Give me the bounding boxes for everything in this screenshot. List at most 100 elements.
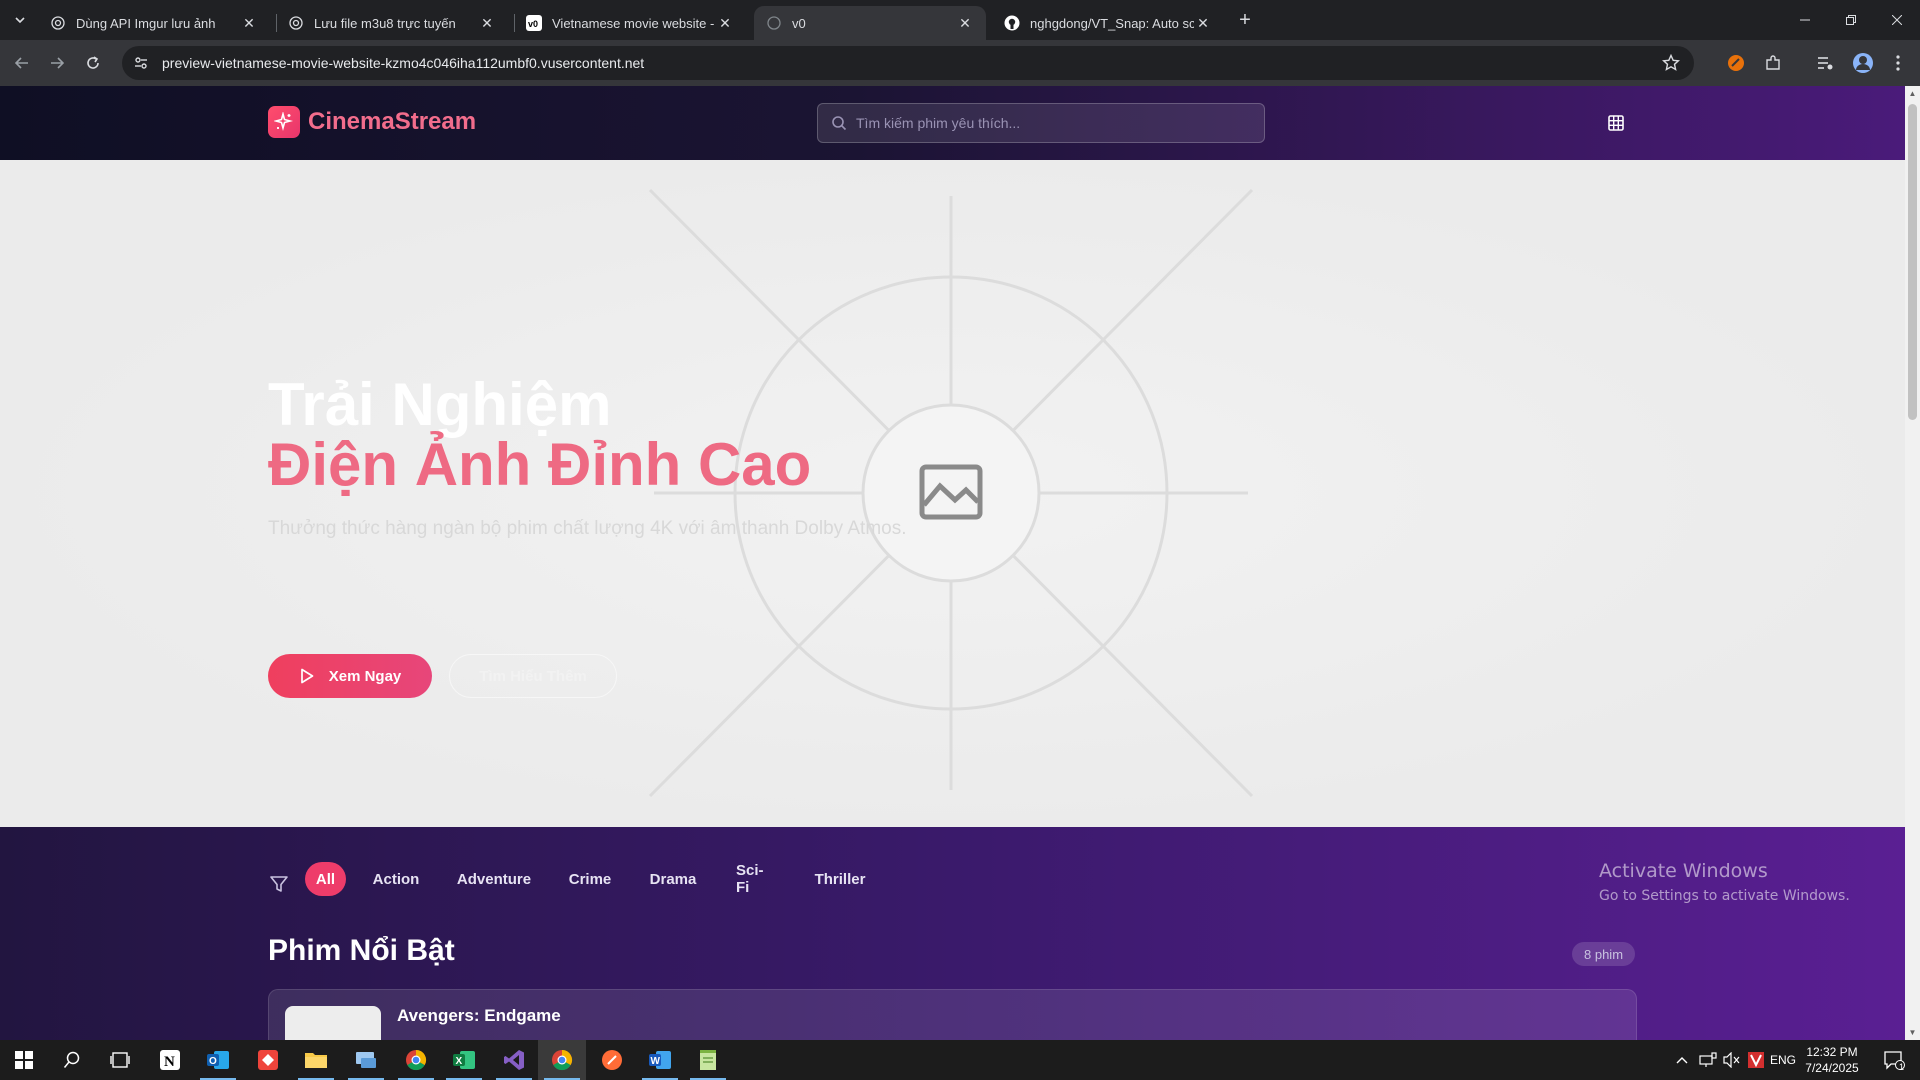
back-button[interactable]: [7, 48, 37, 78]
taskbar-search-button[interactable]: [48, 1040, 96, 1080]
network-icon: [1699, 1052, 1717, 1067]
chrome-icon: [552, 1049, 573, 1071]
postman-icon: [602, 1050, 622, 1070]
globe-icon: [288, 15, 304, 31]
genre-chip-all[interactable]: All: [305, 862, 346, 896]
close-icon[interactable]: ✕: [478, 14, 496, 32]
show-hidden-icons[interactable]: [1670, 1040, 1694, 1080]
address-bar[interactable]: preview-vietnamese-movie-website-kzmo4c0…: [122, 46, 1694, 80]
clock-date: 7/24/2025: [1805, 1061, 1859, 1075]
page-scrollbar[interactable]: ▲ ▼: [1905, 86, 1920, 1040]
anydesk-icon: [258, 1050, 278, 1070]
volume-tray[interactable]: [1720, 1040, 1744, 1080]
scroll-down-arrow-icon[interactable]: ▼: [1905, 1025, 1920, 1040]
vietnamese-input-tray[interactable]: [1744, 1040, 1768, 1080]
close-icon[interactable]: ✕: [956, 14, 974, 32]
tab-v0-project[interactable]: v0 Vietnamese movie website - v0 ✕: [514, 6, 746, 40]
profile-avatar-icon[interactable]: [1851, 51, 1875, 75]
genre-chip-drama[interactable]: Drama: [641, 862, 705, 896]
tab-strip: Dùng API Imgur lưu ảnh ✕ Lưu file m3u8 t…: [0, 0, 1920, 40]
tab-search-button[interactable]: [7, 7, 33, 33]
forward-button[interactable]: [42, 48, 72, 78]
system-clock[interactable]: 12:32 PM 7/24/2025: [1794, 1044, 1870, 1076]
close-icon[interactable]: ✕: [1194, 14, 1212, 32]
taskbar-remote-app[interactable]: [342, 1040, 390, 1080]
genre-label: Crime: [568, 870, 612, 888]
learn-more-button[interactable]: Tìm Hiểu Thêm: [449, 654, 617, 698]
tab-m3u8[interactable]: Lưu file m3u8 trực tuyến ✕: [276, 6, 508, 40]
tune-icon: [135, 57, 147, 69]
reload-button[interactable]: [78, 48, 108, 78]
minimize-icon: [1800, 19, 1810, 21]
minimize-button[interactable]: [1782, 0, 1828, 40]
task-view-button[interactable]: [96, 1040, 144, 1080]
arrow-right-icon: [51, 57, 64, 69]
windows-logo-icon: [15, 1051, 33, 1069]
volume-muted-icon: [1723, 1052, 1740, 1068]
brand-logo[interactable]: CinemaStream: [268, 106, 476, 138]
hero-title-line2: Điện Ảnh Đỉnh Cao: [268, 431, 812, 498]
browser-toolbar: preview-vietnamese-movie-website-kzmo4c0…: [0, 40, 1920, 86]
taskbar-anydesk[interactable]: [244, 1040, 292, 1080]
media-control-icon[interactable]: [1813, 51, 1837, 75]
globe-icon: [50, 15, 66, 31]
site-info-button[interactable]: [126, 48, 156, 78]
genre-chip-crime[interactable]: Crime: [560, 862, 620, 896]
chrome-menu-icon[interactable]: [1886, 51, 1910, 75]
extensions-puzzle-icon[interactable]: [1761, 51, 1785, 75]
svg-text:v0: v0: [528, 19, 538, 29]
tab-title: Dùng API Imgur lưu ảnh: [76, 15, 216, 31]
close-icon[interactable]: ✕: [240, 14, 258, 32]
genre-chip-thriller[interactable]: Thriller: [805, 862, 875, 896]
genre-chip-adventure[interactable]: Adventure: [448, 862, 540, 896]
tab-github[interactable]: nghgdong/VT_Snap: Auto screenshot ✕: [992, 6, 1224, 40]
genre-chip-action[interactable]: Action: [363, 862, 429, 896]
clock-time: 12:32 PM: [1806, 1045, 1858, 1059]
taskbar-postman[interactable]: [588, 1040, 636, 1080]
close-window-button[interactable]: [1874, 0, 1920, 40]
remote-desktop-icon: [356, 1052, 376, 1068]
search-input[interactable]: [856, 115, 1264, 131]
movie-card[interactable]: Avengers: Endgame: [268, 989, 1637, 1040]
watch-now-button[interactable]: Xem Ngay: [268, 654, 432, 698]
activate-title: Activate Windows: [1599, 860, 1768, 882]
svg-text:N: N: [164, 1054, 175, 1070]
visual-studio-icon: [504, 1050, 524, 1070]
taskbar-chrome[interactable]: [538, 1040, 586, 1080]
scrollbar-thumb[interactable]: [1908, 104, 1917, 420]
arrow-left-icon: [15, 57, 28, 69]
close-icon[interactable]: ✕: [716, 14, 734, 32]
notification-center-button[interactable]: 1: [1874, 1040, 1914, 1080]
tab-v0-active[interactable]: v0 ✕: [754, 6, 986, 40]
taskbar-outlook[interactable]: O: [194, 1040, 242, 1080]
globe-icon: [766, 15, 782, 31]
taskbar-chrome-profile[interactable]: [392, 1040, 440, 1080]
taskbar-notepad-plus[interactable]: [684, 1040, 732, 1080]
brand-name: CinemaStream: [308, 108, 477, 135]
genre-chip-scifi[interactable]: Sci-Fi: [726, 862, 784, 896]
taskbar-notion[interactable]: N: [146, 1040, 194, 1080]
learn-more-label: Tìm Hiểu Thêm: [479, 667, 587, 685]
taskbar-excel[interactable]: X: [440, 1040, 488, 1080]
taskbar-file-explorer[interactable]: [292, 1040, 340, 1080]
url-text: preview-vietnamese-movie-website-kzmo4c0…: [162, 55, 645, 71]
hero-title-line1: Trải Nghiệm: [268, 371, 612, 438]
github-icon: [1004, 15, 1020, 31]
taskbar-visual-studio[interactable]: [490, 1040, 538, 1080]
scroll-up-arrow-icon[interactable]: ▲: [1905, 86, 1920, 101]
extension-orange-icon[interactable]: [1724, 51, 1748, 75]
tab-title: Lưu file m3u8 trực tuyến: [314, 15, 456, 31]
new-tab-button[interactable]: +: [1232, 7, 1258, 33]
restore-button[interactable]: [1828, 0, 1874, 40]
grid-view-button[interactable]: [1605, 112, 1627, 134]
movie-title: Avengers: Endgame: [397, 1006, 561, 1025]
notion-icon: N: [160, 1050, 180, 1070]
start-button[interactable]: [0, 1040, 48, 1080]
tab-imgur[interactable]: Dùng API Imgur lưu ảnh ✕: [38, 6, 270, 40]
tab-title: v0: [792, 15, 806, 31]
network-tray[interactable]: [1696, 1040, 1720, 1080]
taskbar-word[interactable]: W: [636, 1040, 684, 1080]
bookmark-star-icon[interactable]: [1661, 53, 1681, 77]
movies-section: All Action Adventure Crime Drama Sci-Fi …: [0, 827, 1905, 1040]
genre-label: Adventure: [456, 870, 532, 888]
